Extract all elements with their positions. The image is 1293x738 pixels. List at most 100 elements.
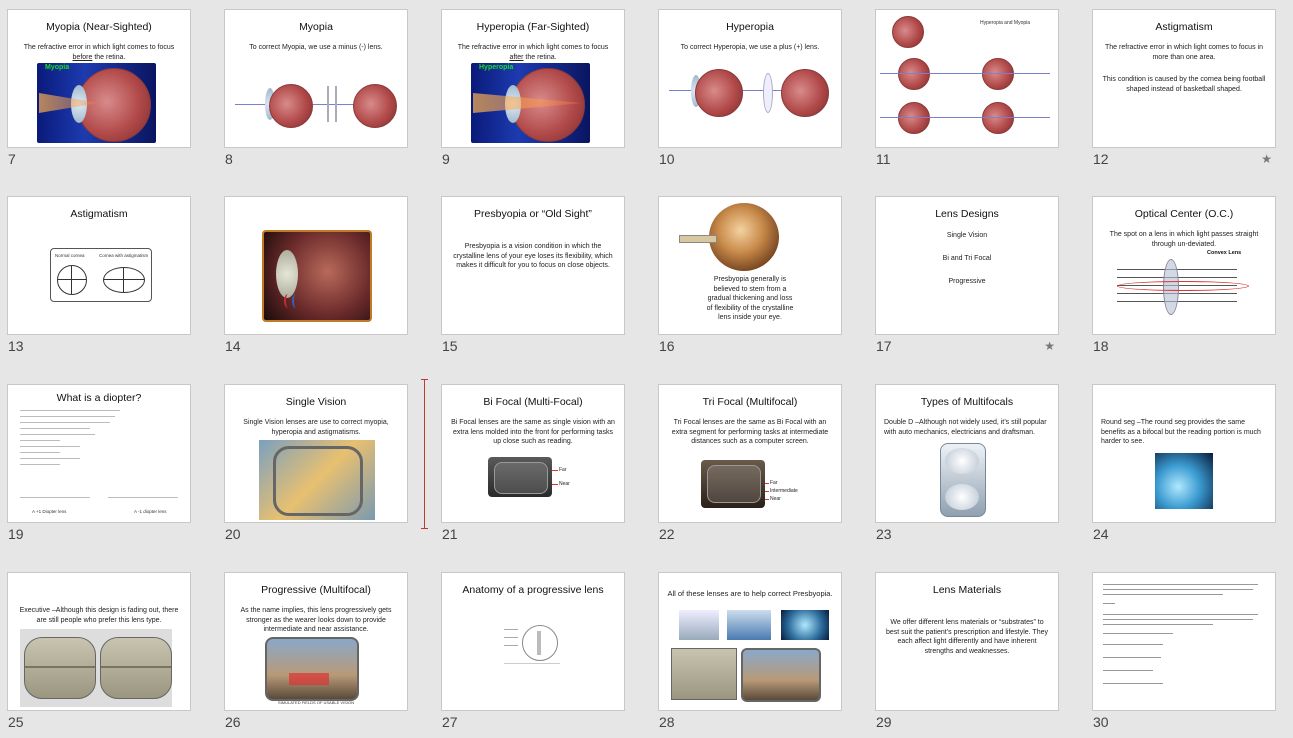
lens-icon <box>707 465 761 503</box>
far-label: Far <box>770 480 778 486</box>
eyeball-icon <box>982 102 1014 134</box>
slide-number: 18 <box>1093 338 1109 354</box>
hyperopia-correction-diagram <box>669 65 834 120</box>
minus-lens-icon <box>327 86 337 122</box>
slide-number: 8 <box>225 151 233 167</box>
slide-canvas: Astigmatism The refractive error in whic… <box>1092 9 1276 148</box>
slide-number: 13 <box>8 338 24 354</box>
minus-diopter-label: A -1 diopter lens <box>134 509 167 514</box>
hyperopia-eye-image: Hyperopia <box>471 63 590 143</box>
slide-body: As the name implies, this lens progressi… <box>240 607 392 633</box>
slide-title: Hyperopia <box>726 21 774 33</box>
slide-body: Tri Focal lenses are the same as Bi Foca… <box>671 419 829 445</box>
slide-number: 19 <box>8 526 24 542</box>
trifocal-glasses-image <box>701 460 765 508</box>
animation-star-icon[interactable]: ★ <box>1261 152 1272 166</box>
slide-title: Presbyopia or “Old Sight” <box>474 208 592 220</box>
slide-title: Hyperopia (Far-Sighted) <box>476 21 590 33</box>
slide-body: The refractive error in which light come… <box>1105 44 1263 61</box>
slide-number: 27 <box>442 714 458 730</box>
image-caption: SIMULATED FIELDS OF USABLE VISION <box>278 700 354 705</box>
slide-title: Myopia <box>299 21 333 33</box>
slide-body: To correct Hyperopia, we use a plus (+) … <box>680 44 820 51</box>
intermediate-label: Intermediate <box>770 488 798 494</box>
slide-body: Round seg –The round seg provides the sa… <box>1101 419 1261 445</box>
slide-number: 10 <box>659 151 675 167</box>
image-label: Hyperopia <box>479 64 514 71</box>
astigmatic-cornea-icon <box>103 267 145 293</box>
slide-canvas: Optical Center (O.C.) The spot on a lens… <box>1092 196 1276 335</box>
normal-cornea-label: Normal cornea <box>55 253 85 258</box>
double-d-thumb-image <box>679 610 719 640</box>
slide-canvas: What is a diopter? A +1 Diopter lens A -… <box>7 384 191 523</box>
single-vision-glasses-image <box>259 440 375 520</box>
eyeball-icon <box>781 69 829 117</box>
slide-canvas: Hyperopia (Far-Sighted) The refractive e… <box>441 9 625 148</box>
crystalline-lens-image <box>709 203 779 271</box>
slide-canvas: Tri Focal (Multifocal) Tri Focal lenses … <box>658 384 842 523</box>
diagram-label: Convex Lens <box>1207 250 1242 256</box>
slide-canvas: Presbyopia generally is believed to stem… <box>658 196 842 335</box>
slide-number: 7 <box>8 151 16 167</box>
optical-center-marker <box>1117 281 1249 291</box>
animation-star-icon[interactable]: ★ <box>1044 339 1055 353</box>
cornea-diagram: Normal cornea Cornea with astigmatism <box>50 248 152 302</box>
slide-body: Single Vision lenses are use to correct … <box>243 419 389 436</box>
myopia-eye-image: Myopia <box>37 63 156 143</box>
slide-number: 16 <box>659 338 675 354</box>
slide-number: 20 <box>225 526 241 542</box>
diopter-text-block <box>20 407 130 470</box>
convex-lens-diagram: Convex Lens <box>1117 250 1257 317</box>
slide-title: Lens Designs <box>935 208 999 220</box>
slide-number: 28 <box>659 714 675 730</box>
slide-canvas: Presbyopia or “Old Sight” Presbyopia is … <box>441 196 625 335</box>
slide-title: Tri Focal (Multifocal) <box>702 396 798 408</box>
eyeball-icon <box>695 69 743 117</box>
round-seg-lens-image <box>1155 453 1213 509</box>
slide-canvas: All of these lenses are to help correct … <box>658 572 842 711</box>
slide-number: 30 <box>1093 714 1109 730</box>
eyeball-icon <box>269 84 313 128</box>
eye-cross-section-image <box>262 230 372 322</box>
slide-number: 14 <box>225 338 241 354</box>
slide-canvas: Myopia (Near-Sighted) The refractive err… <box>7 9 191 148</box>
round-seg-thumb-image <box>781 610 829 640</box>
slide-canvas: Anatomy of a progressive lens <box>441 572 625 711</box>
eyeball-icon <box>898 102 930 134</box>
lens-design-item: Single Vision <box>946 232 988 239</box>
slide-body: The spot on a lens in which light passes… <box>1109 231 1259 248</box>
slide-canvas: Hyperopia and Myopia <box>875 9 1059 148</box>
slide-number: 9 <box>442 151 450 167</box>
slide-canvas: Myopia To correct Myopia, we use a minus… <box>224 9 408 148</box>
plus-diopter-label: A +1 Diopter lens <box>32 509 67 514</box>
eyeball-icon <box>353 84 397 128</box>
slide-number: 15 <box>442 338 458 354</box>
myopia-correction-diagram <box>235 80 400 130</box>
slide-title: Myopia (Near-Sighted) <box>46 21 152 33</box>
image-label: Myopia <box>45 64 70 71</box>
slide-number: 11 <box>876 151 891 167</box>
progressive-lens-anatomy-diagram <box>504 623 560 665</box>
insertion-cursor <box>421 379 428 529</box>
slide-canvas: Round seg –The round seg provides the sa… <box>1092 384 1276 523</box>
slide-canvas: Executive –Although this design is fadin… <box>7 572 191 711</box>
slide-title: Anatomy of a progressive lens <box>462 584 604 596</box>
lens-icon <box>273 446 363 516</box>
slide-title: Bi Focal (Multi-Focal) <box>483 396 583 408</box>
slide-title: Astigmatism <box>70 208 128 220</box>
lens-design-item: Progressive <box>948 278 986 285</box>
lens-design-item: Bi and Tri Focal <box>942 255 992 262</box>
minus-diopter-diagram <box>108 477 178 498</box>
plus-lens-icon <box>763 73 773 113</box>
slide-sorter-grid: Myopia (Near-Sighted) The refractive err… <box>0 0 1293 738</box>
slide-canvas: Lens Materials We offer different lens m… <box>875 572 1059 711</box>
eyeball-icon <box>892 16 924 48</box>
astigmatism-cornea-label: Cornea with astigmatism <box>99 253 149 258</box>
refraction-text-block <box>1103 581 1263 696</box>
flat-top-thumb-image <box>727 610 771 640</box>
lens-icon <box>24 637 96 699</box>
eyeball-icon <box>982 58 1014 90</box>
slide-canvas: Lens Designs Single Vision Bi and Tri Fo… <box>875 196 1059 335</box>
slide-title: Single Vision <box>285 396 347 408</box>
far-label: Far <box>559 467 567 473</box>
